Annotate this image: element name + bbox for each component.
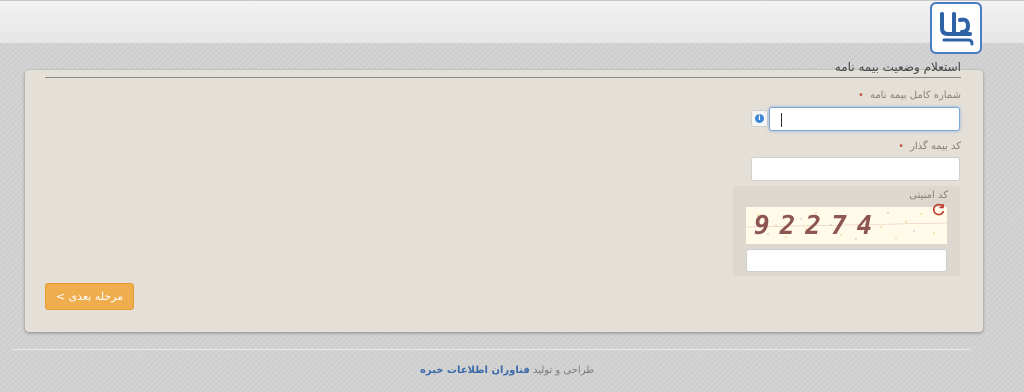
policy-number-label-text: شماره کامل بیمه نامه <box>869 90 961 101</box>
footer-divider <box>12 349 970 350</box>
next-step-button[interactable]: مرحله بعدی > <box>45 283 134 310</box>
refresh-captcha-icon[interactable] <box>932 203 946 217</box>
policy-number-input[interactable] <box>769 107 960 131</box>
info-icon[interactable]: i <box>751 110 768 127</box>
security-section: کد امنیتی 92274 <box>733 186 960 276</box>
policyholder-code-input[interactable] <box>751 157 960 181</box>
hafez-logo <box>930 2 982 54</box>
company-link[interactable]: فناوران اطلاعات خبره <box>420 365 530 376</box>
footer-prefix: طراحی و تولید <box>532 365 595 376</box>
required-mark: • <box>858 90 864 101</box>
inquiry-panel: استعلام وضعیت بیمه نامه شماره کامل بیمه … <box>25 60 983 332</box>
policyholder-code-label: کد بیمه گذار • <box>898 141 961 152</box>
security-code-input[interactable] <box>746 249 947 272</box>
required-mark: • <box>898 141 905 152</box>
hafez-logo-icon <box>940 12 974 46</box>
top-bar <box>0 0 1024 44</box>
policy-number-label: شماره کامل بیمه نامه • <box>858 90 961 101</box>
text-caret <box>781 113 782 127</box>
security-code-label: کد امنیتی <box>909 190 948 201</box>
policyholder-code-label-text: کد بیمه گذار <box>910 141 961 152</box>
captcha-text: 92274 <box>754 211 883 241</box>
captcha-image: 92274 <box>746 207 947 244</box>
page-title: استعلام وضعیت بیمه نامه <box>834 60 961 74</box>
info-icon-glyph: i <box>755 114 764 123</box>
footer-credit: طراحی و تولید فناوران اطلاعات خبره <box>420 365 594 376</box>
title-divider <box>45 77 961 78</box>
